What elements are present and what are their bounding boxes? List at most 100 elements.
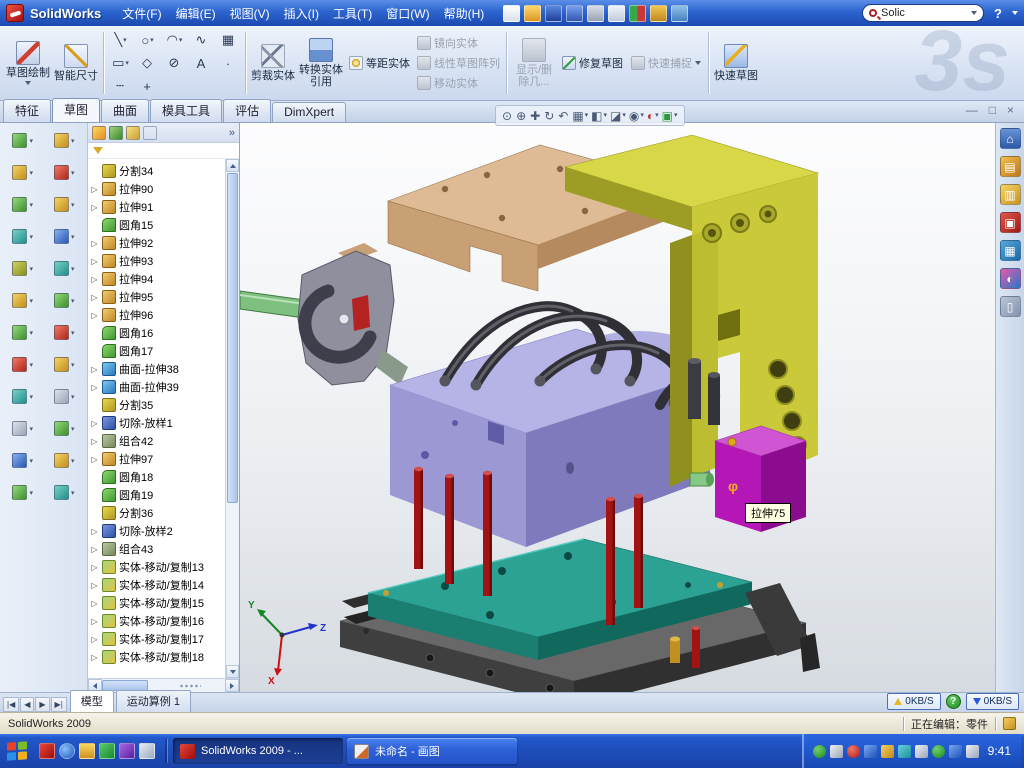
tree-item[interactable]: ▷ 拉伸90: [90, 180, 225, 198]
left-toolbar-icon[interactable]: ▾: [2, 357, 44, 372]
left-toolbar-icon[interactable]: ▾: [2, 229, 44, 244]
tree-item[interactable]: ▷ 拉伸91: [90, 198, 225, 216]
command-tab[interactable]: 模具工具: [150, 99, 222, 122]
sketch-entity-button[interactable]: ◇: [134, 52, 161, 75]
tray-icon[interactable]: [830, 745, 843, 758]
tree-item[interactable]: ▷ 拉伸96: [90, 306, 225, 324]
toolbar-icon[interactable]: [671, 5, 688, 22]
view-tool-button[interactable]: ▦▾: [572, 110, 588, 122]
tree-item[interactable]: ▷ 实体-移动/复制18: [90, 648, 225, 666]
close-icon[interactable]: ×: [1007, 104, 1014, 116]
search-box[interactable]: Solic: [862, 4, 984, 22]
quick-snaps-button[interactable]: 快速捕捉: [627, 28, 705, 98]
search-input[interactable]: Solic: [881, 7, 967, 19]
quick-launch-icon[interactable]: [119, 743, 135, 759]
tree-item[interactable]: 圆角19: [90, 486, 225, 504]
tree-item[interactable]: 圆角17: [90, 342, 225, 360]
tree-item[interactable]: 圆角18: [90, 468, 225, 486]
menu-item[interactable]: 编辑(E): [169, 2, 223, 25]
tree-item[interactable]: ▷ 拉伸93: [90, 252, 225, 270]
trim-entities-button[interactable]: 剪裁实体: [249, 28, 297, 98]
toolbar-icon[interactable]: [524, 5, 541, 22]
sketch-entity-button[interactable]: ◠▾: [161, 29, 188, 52]
sketch-entity-button[interactable]: ⊘: [161, 52, 188, 75]
tab-nav-button[interactable]: ▶|: [51, 697, 67, 712]
featuremanager-tab-icon[interactable]: [92, 126, 106, 140]
linear-sketch-pattern-button[interactable]: 线性草图阵列: [417, 55, 500, 71]
offset-entities-button[interactable]: 等距实体: [345, 28, 414, 98]
left-toolbar-icon[interactable]: ▾: [44, 229, 86, 244]
tray-icon[interactable]: [898, 745, 911, 758]
task-pane-icon[interactable]: ▣: [1000, 212, 1021, 233]
toolbar-icon[interactable]: [566, 5, 583, 22]
tree-item[interactable]: ▷ 组合43: [90, 540, 225, 558]
view-tool-button[interactable]: ✚: [530, 110, 541, 122]
tree-item[interactable]: ▷ 实体-移动/复制13: [90, 558, 225, 576]
view-tool-button[interactable]: ⊙: [502, 110, 513, 122]
tree-item[interactable]: 分割36: [90, 504, 225, 522]
taskbar-task-button[interactable]: SolidWorks 2009 - ...: [173, 738, 343, 764]
left-toolbar-icon[interactable]: ▾: [44, 133, 86, 148]
status-note-icon[interactable]: [1003, 717, 1016, 730]
sketch-entity-button[interactable]: ╲▾: [107, 29, 134, 52]
left-toolbar-icon[interactable]: ▾: [44, 293, 86, 308]
tree-item[interactable]: ▷ 组合42: [90, 432, 225, 450]
quick-launch-icon[interactable]: [139, 743, 155, 759]
sketch-entity-button[interactable]: ○▾: [134, 29, 161, 52]
menu-item[interactable]: 窗口(W): [379, 2, 436, 25]
display-delete-relations-button[interactable]: 显示/删除几...: [510, 28, 558, 98]
quick-launch-icon[interactable]: [39, 743, 55, 759]
view-tool-button[interactable]: ⊕: [516, 110, 527, 122]
restore-icon[interactable]: □: [989, 104, 996, 116]
tray-icon[interactable]: [966, 745, 979, 758]
command-tab[interactable]: 评估: [223, 99, 271, 122]
left-toolbar-icon[interactable]: ▾: [44, 389, 86, 404]
scrollbar-thumb[interactable]: [227, 173, 238, 503]
sketch-button[interactable]: 草图绘制: [4, 28, 52, 98]
menu-item[interactable]: 帮助(H): [437, 2, 492, 25]
start-button[interactable]: [6, 740, 28, 762]
tree-item[interactable]: 分割34: [90, 162, 225, 180]
configurationmanager-tab-icon[interactable]: [126, 126, 140, 140]
menu-item[interactable]: 视图(V): [223, 2, 277, 25]
panel-splitter-handle[interactable]: [179, 683, 201, 689]
sketch-entity-button[interactable]: +: [134, 75, 161, 98]
view-tool-button[interactable]: ◪▾: [610, 110, 626, 122]
task-pane-icon[interactable]: ⌂: [1000, 128, 1021, 149]
tree-item[interactable]: ▷ 拉伸94: [90, 270, 225, 288]
tab-nav-button[interactable]: |◀: [3, 697, 19, 712]
tray-icon[interactable]: [949, 745, 962, 758]
propertymanager-tab-icon[interactable]: [109, 126, 123, 140]
quick-snaps-dropdown-icon[interactable]: [695, 61, 701, 65]
left-toolbar-icon[interactable]: ▾: [2, 389, 44, 404]
left-toolbar-icon[interactable]: ▾: [44, 325, 86, 340]
task-pane-icon[interactable]: ▥: [1000, 184, 1021, 205]
search-dropdown-icon[interactable]: [971, 11, 977, 15]
task-pane-icon[interactable]: ◐: [1000, 268, 1021, 289]
left-toolbar-icon[interactable]: ▾: [44, 197, 86, 212]
left-toolbar-icon[interactable]: ▾: [2, 453, 44, 468]
view-tool-button[interactable]: ↻: [544, 110, 555, 122]
tree-item[interactable]: ▷ 实体-移动/复制14: [90, 576, 225, 594]
sketch-entity-button[interactable]: A: [188, 52, 215, 75]
panel-overflow-button[interactable]: »: [229, 127, 235, 139]
graphics-area[interactable]: φ: [240, 123, 995, 692]
left-toolbar-icon[interactable]: ▾: [44, 357, 86, 372]
monitor-help-button[interactable]: ?: [946, 694, 961, 709]
mirror-entities-button[interactable]: 镜向实体: [417, 35, 500, 51]
tree-item[interactable]: 圆角16: [90, 324, 225, 342]
left-toolbar-icon[interactable]: ▾: [2, 261, 44, 276]
tray-icon[interactable]: [847, 745, 860, 758]
command-tab[interactable]: 曲面: [101, 99, 149, 122]
model-clamp-block[interactable]: [298, 243, 408, 385]
dimxpertmanager-tab-icon[interactable]: [143, 126, 157, 140]
menu-item[interactable]: 文件(F): [115, 2, 168, 25]
sketch-entity-button[interactable]: ∙: [215, 52, 242, 75]
repair-sketch-button[interactable]: 修复草图: [558, 28, 627, 98]
view-tool-button[interactable]: ◧▾: [591, 110, 607, 122]
toolbar-icon[interactable]: [503, 5, 520, 22]
filter-icon[interactable]: [93, 147, 103, 154]
tray-icon[interactable]: [881, 745, 894, 758]
task-pane-icon[interactable]: ▦: [1000, 240, 1021, 261]
task-pane-icon[interactable]: ▯: [1000, 296, 1021, 317]
